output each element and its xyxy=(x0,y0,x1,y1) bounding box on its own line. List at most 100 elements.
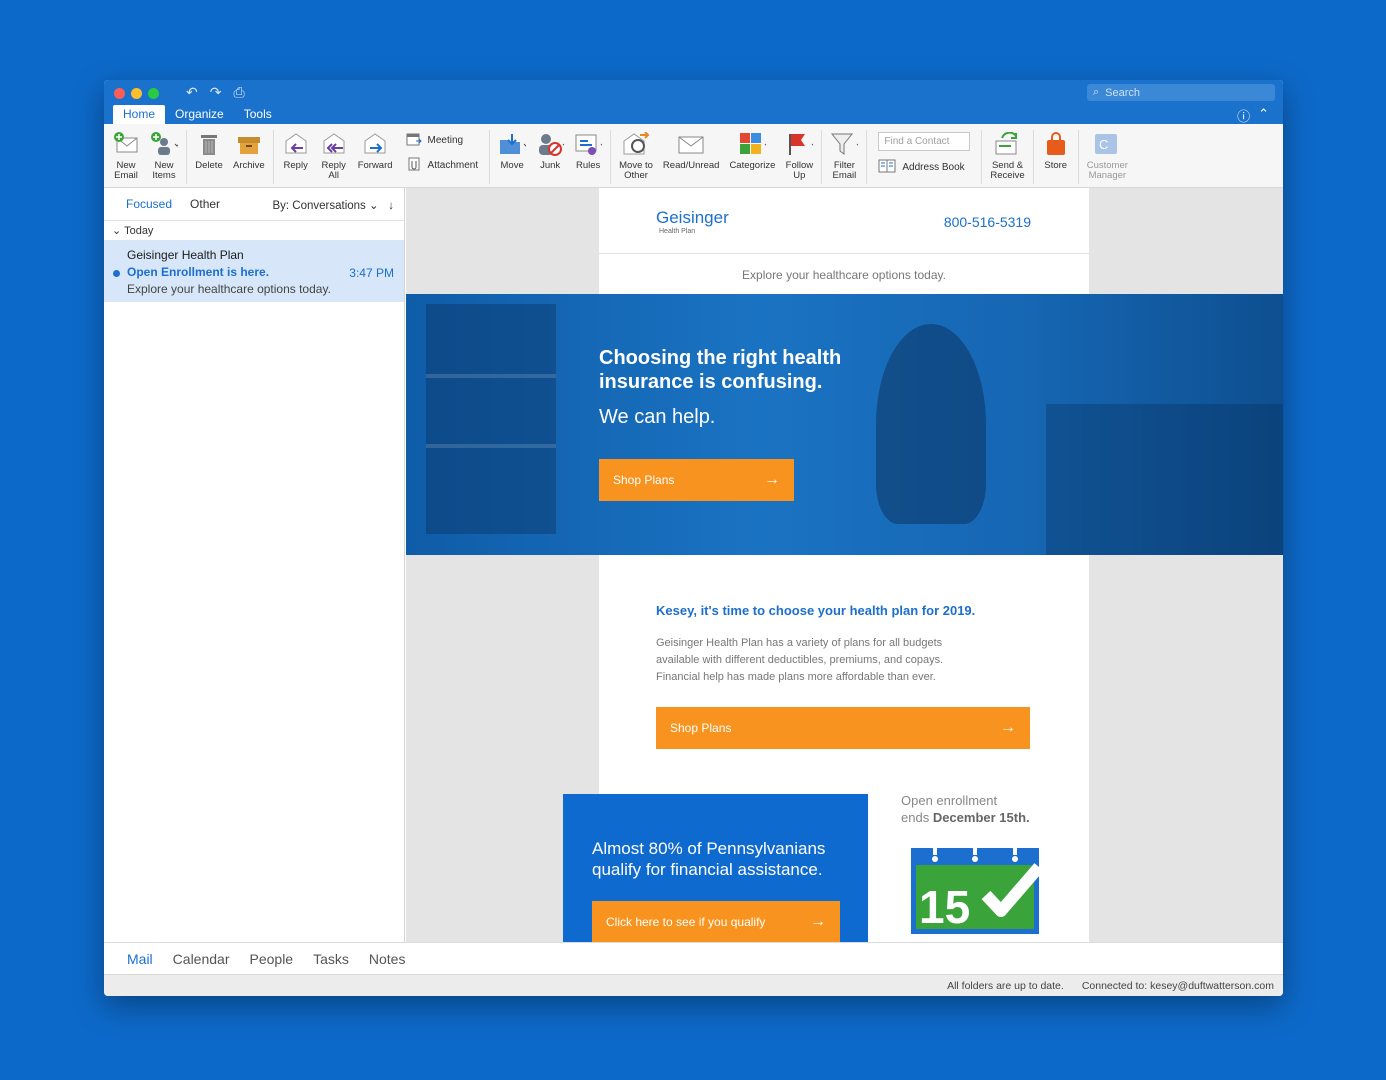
move-to-other-button[interactable]: Move to Other xyxy=(614,130,658,181)
geisinger-logo: Geisinger Health Plan xyxy=(656,208,729,235)
email-tagline: Explore your healthcare options today. xyxy=(742,268,946,282)
maximize-window-button[interactable] xyxy=(148,88,159,99)
follow-up-button[interactable]: Follow Up xyxy=(780,130,818,181)
search-input[interactable]: ⌕ Search xyxy=(1087,84,1275,101)
junk-button[interactable]: Junk xyxy=(531,130,569,171)
tab-tools[interactable]: Tools xyxy=(234,105,282,125)
phone-number-link[interactable]: 800-516-5319 xyxy=(944,214,1031,230)
outlook-window: ↶ ↷ ⎙ ⌕ Search Home Organize Tools ⓘ ⌃ N… xyxy=(104,80,1283,996)
trash-icon xyxy=(195,130,223,158)
hero-help-text: We can help. xyxy=(599,406,716,428)
contact-group: Find a Contact Address Book xyxy=(870,130,978,178)
title-bar: ↶ ↷ ⎙ ⌕ Search Home Organize Tools ⓘ ⌃ xyxy=(104,80,1283,125)
new-items-button[interactable]: New Items xyxy=(145,130,183,181)
meeting-attachment-group: Meeting Attachment xyxy=(398,130,487,176)
nav-calendar[interactable]: Calendar xyxy=(173,951,230,967)
sync-status: All folders are up to date. xyxy=(947,980,1064,992)
module-nav: Mail Calendar People Tasks Notes xyxy=(104,942,1283,974)
arrow-right-icon: → xyxy=(1000,719,1016,736)
window-controls xyxy=(114,88,159,99)
unread-dot-icon xyxy=(113,270,120,277)
nav-tasks[interactable]: Tasks xyxy=(313,951,349,967)
shop-plans-button[interactable]: Shop Plans → xyxy=(656,707,1030,749)
reply-all-button[interactable]: Reply All xyxy=(315,130,353,181)
message-list-header: Focused Other By: Conversations ⌄ ↓ xyxy=(104,188,404,220)
ribbon-separator xyxy=(821,130,823,184)
reading-pane: Geisinger Health Plan 800-516-5319 Explo… xyxy=(406,188,1283,942)
minimize-window-button[interactable] xyxy=(131,88,142,99)
sort-dropdown[interactable]: By: Conversations ⌄ ↓ xyxy=(272,198,394,212)
reply-all-icon xyxy=(320,130,348,158)
close-window-button[interactable] xyxy=(114,88,125,99)
address-book-icon xyxy=(878,159,896,176)
svg-text:C: C xyxy=(1099,137,1108,152)
calendar-day: 15 xyxy=(919,881,970,933)
meeting-button[interactable]: Meeting xyxy=(406,132,479,149)
tab-organize[interactable]: Organize xyxy=(165,105,234,125)
collapse-ribbon-icon[interactable]: ⌃ xyxy=(1258,106,1269,125)
ribbon-separator xyxy=(186,130,187,184)
chevron-down-icon: ⌄ xyxy=(369,200,379,212)
tab-focused[interactable]: Focused xyxy=(126,197,172,211)
group-header-today[interactable]: ⌄ Today xyxy=(104,220,404,240)
categorize-icon xyxy=(738,130,767,158)
find-contact-input[interactable]: Find a Contact xyxy=(878,132,971,151)
filter-funnel-icon xyxy=(830,130,859,158)
tab-other[interactable]: Other xyxy=(190,197,220,211)
reply-button[interactable]: Reply xyxy=(277,130,315,171)
move-folder-icon xyxy=(498,130,527,158)
enrollment-deadline: Open enrollment ends December 15th. xyxy=(901,793,1030,825)
hero-banner: Choosing the right health insurance is c… xyxy=(406,294,1283,555)
chevron-down-icon: ⌄ xyxy=(112,225,122,237)
move-to-other-icon xyxy=(622,130,650,158)
move-button[interactable]: Move xyxy=(493,130,531,171)
store-button[interactable]: Store xyxy=(1037,130,1075,171)
junk-icon xyxy=(536,130,565,158)
hero-title: Choosing the right health insurance is c… xyxy=(599,347,842,393)
rules-button[interactable]: Rules xyxy=(569,130,607,171)
qualify-button[interactable]: Click here to see if you qualify → xyxy=(592,901,840,942)
ribbon-separator xyxy=(1032,130,1034,184)
filter-email-button[interactable]: Filter Email xyxy=(825,130,863,181)
read-unread-button[interactable]: Read/Unread xyxy=(658,130,725,171)
sort-arrow-icon[interactable]: ↓ xyxy=(382,200,394,212)
forward-button[interactable]: Forward xyxy=(353,130,398,171)
send-receive-icon xyxy=(994,130,1022,158)
attachment-button[interactable]: Attachment xyxy=(406,157,478,174)
nav-people[interactable]: People xyxy=(250,951,294,967)
help-icon[interactable]: ⓘ xyxy=(1237,106,1250,125)
new-items-icon xyxy=(150,130,178,158)
print-icon[interactable]: ⎙ xyxy=(233,84,244,101)
nav-notes[interactable]: Notes xyxy=(369,951,406,967)
address-book-button[interactable]: Address Book xyxy=(878,159,970,176)
undo-icon[interactable]: ↶ xyxy=(186,84,198,101)
attachment-icon xyxy=(406,157,422,174)
categorize-button[interactable]: Categorize xyxy=(724,130,780,171)
send-receive-button[interactable]: Send & Receive xyxy=(985,130,1029,181)
delete-button[interactable]: Delete xyxy=(190,130,228,171)
rules-icon xyxy=(574,130,603,158)
meeting-icon xyxy=(406,132,422,149)
tab-home[interactable]: Home xyxy=(113,105,166,125)
ribbon-separator xyxy=(272,130,274,184)
message-time: 3:47 PM xyxy=(349,266,394,280)
calendar-check-icon: 15 xyxy=(911,845,1044,934)
nav-mail[interactable]: Mail xyxy=(127,951,153,967)
email-greeting: Kesey, it's time to choose your health p… xyxy=(656,603,976,618)
ribbon-separator xyxy=(981,130,983,184)
shop-plans-hero-button[interactable]: Shop Plans → xyxy=(599,459,794,501)
envelope-icon xyxy=(677,130,705,158)
quick-access-toolbar: ↶ ↷ ⎙ xyxy=(186,84,245,101)
reply-icon xyxy=(282,130,310,158)
archive-button[interactable]: Archive xyxy=(228,130,270,171)
customer-manager-button[interactable]: C Customer Manager xyxy=(1082,130,1133,181)
list-item[interactable]: Geisinger Health Plan Open Enrollment is… xyxy=(104,240,404,302)
new-email-button[interactable]: New Email xyxy=(104,130,145,181)
search-placeholder: Search xyxy=(1105,86,1141,99)
ribbon-toolbar: New Email New Items Delete Archive Reply… xyxy=(104,124,1283,188)
financial-assistance-promo: Almost 80% of Pennsylvanians qualify for… xyxy=(563,794,868,942)
new-email-icon xyxy=(112,130,140,158)
redo-icon[interactable]: ↷ xyxy=(210,84,222,101)
status-bar: All folders are up to date. Connected to… xyxy=(104,974,1283,996)
store-bag-icon xyxy=(1042,130,1070,158)
